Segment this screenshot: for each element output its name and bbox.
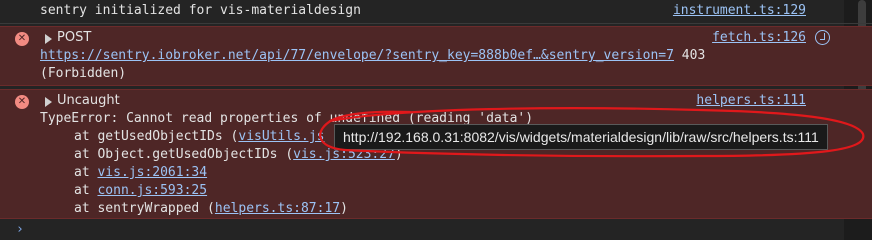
stack-frame-text: at sentryWrapped ( — [74, 201, 215, 216]
post-url-link[interactable]: https://sentry.iobroker.net/api/77/envel… — [40, 48, 674, 63]
info-message: sentry initialized for vis-materialdesig… — [40, 3, 361, 18]
uncaught-source-link[interactable]: helpers.ts:111 — [696, 93, 806, 108]
stack-frame-link[interactable]: visUtils.js — [238, 129, 324, 144]
console-prompt-chevron-icon[interactable]: › — [16, 222, 24, 237]
expand-triangle-icon[interactable] — [45, 34, 52, 44]
post-status-text: (Forbidden) — [40, 66, 127, 81]
console-info-row: sentry initialized for vis-materialdesig… — [0, 0, 872, 24]
stack-frame: at conn.js:593:25 — [74, 183, 207, 198]
uncaught-title[interactable]: Uncaught — [57, 93, 120, 108]
console-error-uncaught: ✕ Uncaught helpers.ts:111 TypeError: Can… — [0, 89, 872, 219]
stack-frame: at vis.js:2061:34 — [74, 165, 207, 180]
info-source-link[interactable]: instrument.ts:129 — [673, 3, 806, 18]
network-icon[interactable] — [815, 30, 830, 45]
stack-frame-link[interactable]: helpers.ts:87:17 — [215, 201, 340, 216]
expand-triangle-icon[interactable] — [45, 97, 52, 107]
stack-frame-text: at — [74, 165, 98, 180]
post-title[interactable]: POST — [57, 30, 91, 45]
stack-frame: at sentryWrapped (helpers.ts:87:17) — [74, 201, 348, 216]
stack-frame-link[interactable]: vis.js:2061:34 — [97, 165, 207, 180]
error-icon: ✕ — [15, 32, 29, 46]
post-source-link[interactable]: fetch.ts:126 — [712, 30, 806, 45]
stack-frame-text: at — [74, 183, 98, 198]
error-icon: ✕ — [15, 95, 29, 109]
link-tooltip: http://192.168.0.31:8082/vis/widgets/mat… — [334, 124, 828, 150]
stack-frame-suffix: ) — [340, 201, 348, 216]
console-error-post: ✕ POST fetch.ts:126 https://sentry.iobro… — [0, 26, 872, 86]
post-url-line: https://sentry.iobroker.net/api/77/envel… — [40, 48, 705, 63]
stack-frame-text: at Object.getUsedObjectIDs ( — [74, 147, 294, 162]
stack-frame-text: at getUsedObjectIDs ( — [74, 129, 239, 144]
stack-frame: at getUsedObjectIDs (visUtils.js — [74, 129, 324, 144]
post-status: 403 — [681, 48, 706, 63]
stack-frame-link[interactable]: conn.js:593:25 — [97, 183, 207, 198]
